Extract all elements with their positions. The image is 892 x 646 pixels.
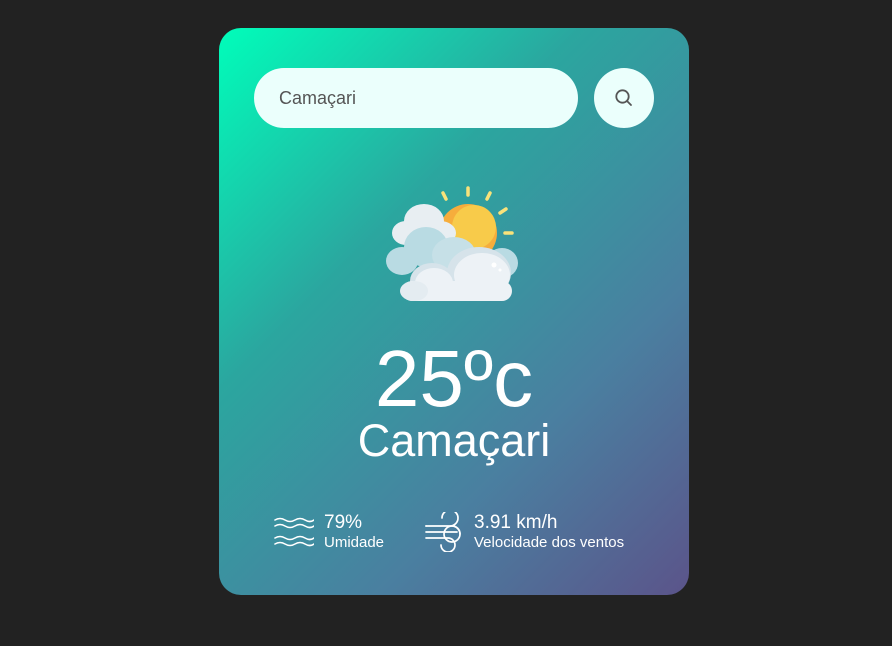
search-button[interactable] [594,68,654,128]
humidity-value: 79% [324,512,363,533]
search-input[interactable] [254,68,578,128]
wind-value: 3.91 km/h [474,512,558,533]
humidity-detail: 79% Umidade [274,512,384,552]
humidity-label: Umidade [324,534,385,551]
weather-details: 79% Umidade 3.91 km/h Velocidade dos ven… [274,512,654,556]
search-bar [254,68,654,128]
wind-text: 3.91 km/h Velocidade dos ventos [474,512,624,552]
wind-icon [424,512,464,552]
partly-cloudy-sun-icon [384,183,524,308]
weather-card: 25ºc Camaçari 79% Umidade [219,28,689,595]
wind-label: Velocidade dos ventos [474,534,625,551]
search-icon [614,88,634,108]
wind-detail: 3.91 km/h Velocidade dos ventos [424,512,624,552]
humidity-waves-icon [274,512,314,552]
city-name: Camaçari [357,415,551,466]
temperature: 25ºc [374,334,534,423]
humidity-text: 79% Umidade [324,512,384,552]
